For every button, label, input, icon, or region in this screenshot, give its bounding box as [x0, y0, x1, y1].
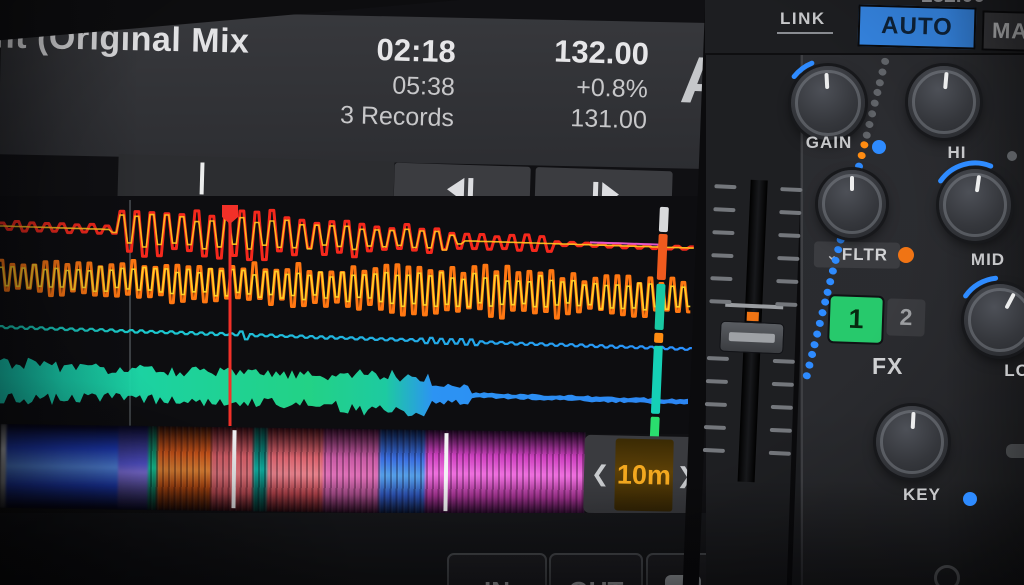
bpm-value: 132.00 [488, 30, 649, 75]
fader-handle[interactable] [719, 321, 784, 355]
knob-pointer [911, 412, 916, 428]
knob-label-key: KEY [903, 485, 941, 505]
tempo-offset: +0.8% [487, 69, 648, 105]
knob-label-lo: LO [1004, 361, 1024, 381]
knob-gain[interactable] [791, 66, 865, 140]
knob-pointer [824, 73, 829, 90]
knob-label-gain: GAIN [806, 133, 853, 153]
filter-select-button[interactable]: ⌄ FLTR [814, 241, 900, 268]
key-dot [963, 492, 977, 506]
advanced-panel: IN OUT [0, 513, 712, 585]
headphone-cue-button[interactable] [934, 565, 960, 585]
knob-key[interactable] [876, 406, 948, 478]
zoom-range-button[interactable]: 10m [614, 438, 673, 511]
knob-label-mid: MID [971, 250, 1005, 270]
master-button[interactable]: MASTER [981, 10, 1024, 53]
time-total: 05:38 [294, 68, 455, 103]
track-title: ht (Original Mix [0, 17, 250, 61]
knob-pointer [975, 175, 981, 192]
knob-lo[interactable] [964, 284, 1024, 356]
link-button[interactable]: LINK [780, 9, 836, 29]
knob-hi[interactable] [908, 66, 980, 138]
gain-dot [872, 140, 886, 154]
fader-orange-marker [747, 312, 759, 322]
loop-out-button[interactable]: OUT [549, 553, 643, 585]
fx-label: FX [872, 353, 903, 380]
traktor-screenshot: ht (Original Mix 02:18 05:38 3 Records 1… [0, 0, 1024, 585]
zoom-prev-button[interactable]: ❮ [590, 435, 610, 513]
track-overview-stripe[interactable] [0, 424, 586, 516]
bpm-base: 131.00 [486, 100, 647, 136]
loop-in-button[interactable]: IN [447, 553, 547, 585]
track-label-field: 3 Records [294, 99, 455, 134]
hi-dot [1007, 151, 1017, 161]
knob-pointer [943, 72, 948, 88]
knob-mid[interactable] [939, 169, 1011, 241]
filter-label: FLTR [842, 245, 889, 266]
zoom-control: ❮ 10m ❯ [583, 435, 703, 515]
knob-label-hi: HI [948, 143, 967, 163]
fx2-button[interactable]: 2 [886, 298, 925, 336]
bpm-column: 132.00 +0.8% 131.00 [486, 30, 649, 137]
knob-pointer [850, 176, 854, 191]
fltr-dot [898, 247, 914, 263]
time-elapsed: 02:18 [295, 28, 456, 72]
mini-fader-fragment[interactable] [1006, 444, 1024, 458]
time-column: 02:18 05:38 3 Records [294, 28, 457, 134]
knob-fltr[interactable] [818, 170, 886, 238]
auto-button[interactable]: AUTO [857, 4, 976, 49]
knob-pointer [1004, 293, 1015, 309]
tempo-fader [693, 160, 812, 509]
fx1-button[interactable]: 1 [829, 296, 883, 343]
